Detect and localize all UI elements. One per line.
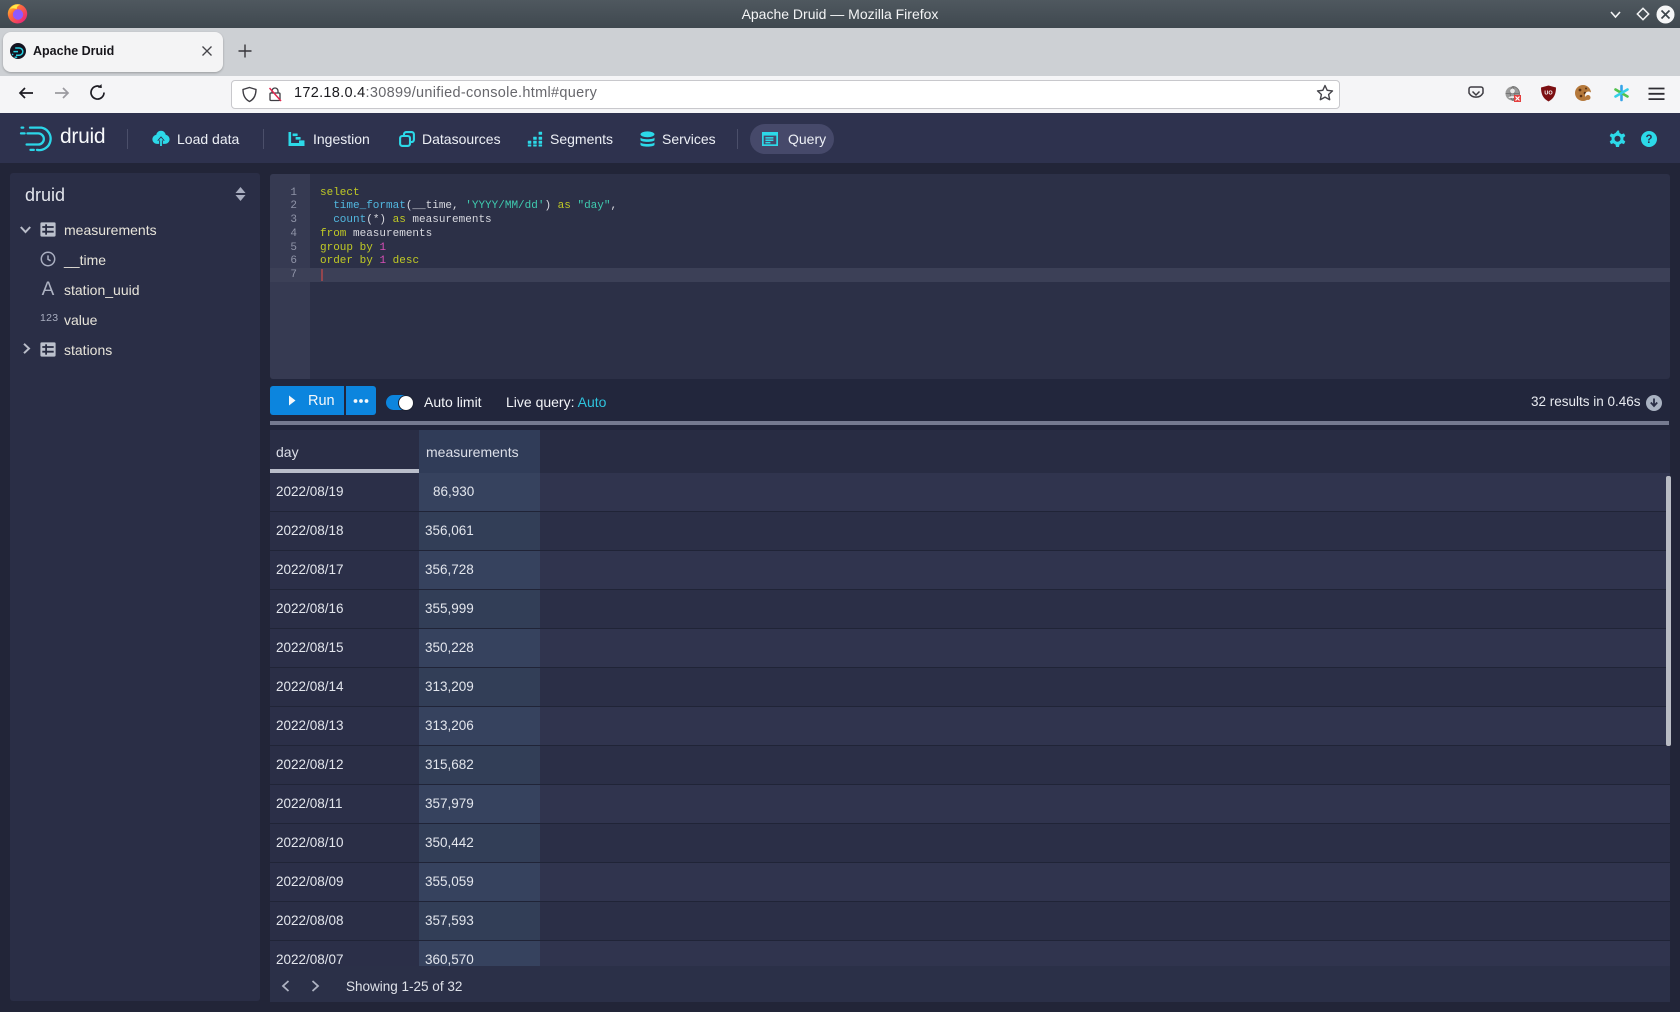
svg-text:?: ?: [1645, 134, 1652, 146]
svg-text:UO: UO: [1544, 91, 1553, 97]
